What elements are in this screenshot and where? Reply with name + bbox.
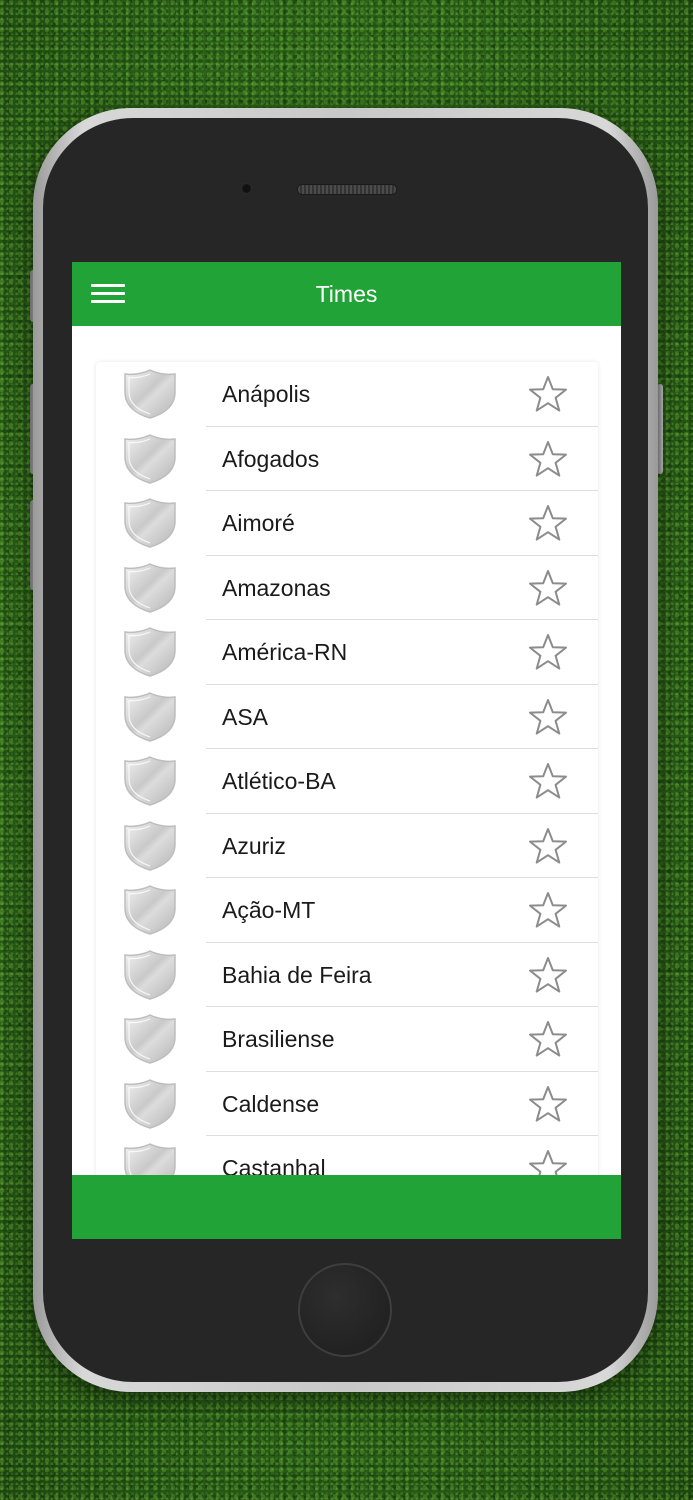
star-outline-icon[interactable] xyxy=(528,375,568,413)
star-outline-icon[interactable] xyxy=(528,633,568,671)
team-row[interactable]: Caldense xyxy=(96,1072,598,1137)
team-name: Atlético-BA xyxy=(222,768,336,794)
shield-icon xyxy=(122,755,178,807)
bottom-bar xyxy=(72,1175,621,1239)
star-outline-icon[interactable] xyxy=(528,1020,568,1058)
shield-icon xyxy=(122,820,178,872)
team-row[interactable]: Brasiliense xyxy=(96,1007,598,1072)
team-name: Ação-MT xyxy=(222,897,316,923)
team-name: Anápolis xyxy=(222,381,311,407)
star-outline-icon[interactable] xyxy=(528,698,568,736)
app-screen: Times Anápolis Afogados Aimoré Amazonas Amér… xyxy=(72,262,621,1239)
team-name: Castanhal xyxy=(222,1155,326,1175)
team-row[interactable]: Azuriz xyxy=(96,814,598,879)
shield-icon xyxy=(122,626,178,678)
team-name: Bahia de Feira xyxy=(222,961,372,988)
team-row[interactable]: ASA xyxy=(96,685,598,750)
earpiece-speaker xyxy=(297,184,397,195)
star-outline-icon[interactable] xyxy=(528,827,568,865)
team-name: Amazonas xyxy=(222,574,331,601)
shield-icon xyxy=(122,1013,178,1065)
star-outline-icon[interactable] xyxy=(528,504,568,542)
team-row[interactable]: Bahia de Feira xyxy=(96,943,598,1008)
team-name: ASA xyxy=(222,703,269,730)
team-name: Afogados xyxy=(222,445,320,472)
page-title: Times xyxy=(315,281,378,307)
star-outline-icon[interactable] xyxy=(528,1149,568,1175)
shield-icon xyxy=(122,433,178,485)
star-outline-icon[interactable] xyxy=(528,1085,568,1123)
shield-icon xyxy=(122,1142,178,1175)
front-camera xyxy=(241,183,252,194)
star-outline-icon[interactable] xyxy=(528,956,568,994)
team-row[interactable]: Aimoré xyxy=(96,491,598,556)
shield-icon xyxy=(122,1078,178,1130)
shield-icon xyxy=(122,562,178,614)
shield-icon xyxy=(122,949,178,1001)
team-row[interactable]: Anápolis xyxy=(96,362,598,427)
home-button[interactable] xyxy=(298,1263,392,1357)
star-outline-icon[interactable] xyxy=(528,440,568,478)
team-name: Aimoré xyxy=(222,510,295,536)
shield-icon xyxy=(122,497,178,549)
team-list: Anápolis Afogados Aimoré Amazonas América-RN… xyxy=(96,362,598,1175)
team-list-scroll-area[interactable]: Anápolis Afogados Aimoré Amazonas América-RN… xyxy=(72,326,621,1175)
team-name: Azuriz xyxy=(222,832,286,859)
team-row[interactable]: Castanhal xyxy=(96,1136,598,1175)
star-outline-icon[interactable] xyxy=(528,569,568,607)
team-row[interactable]: Ação-MT xyxy=(96,878,598,943)
shield-icon xyxy=(122,368,178,420)
app-header: Times xyxy=(72,262,621,326)
star-outline-icon[interactable] xyxy=(528,762,568,800)
shield-icon xyxy=(122,884,178,936)
team-row[interactable]: Atlético-BA xyxy=(96,749,598,814)
star-outline-icon[interactable] xyxy=(528,891,568,929)
team-row[interactable]: Amazonas xyxy=(96,556,598,621)
team-name: Brasiliense xyxy=(222,1026,335,1052)
team-row[interactable]: Afogados xyxy=(96,427,598,492)
team-row[interactable]: América-RN xyxy=(96,620,598,685)
shield-icon xyxy=(122,691,178,743)
team-name: Caldense xyxy=(222,1090,320,1117)
team-name: América-RN xyxy=(222,639,348,665)
